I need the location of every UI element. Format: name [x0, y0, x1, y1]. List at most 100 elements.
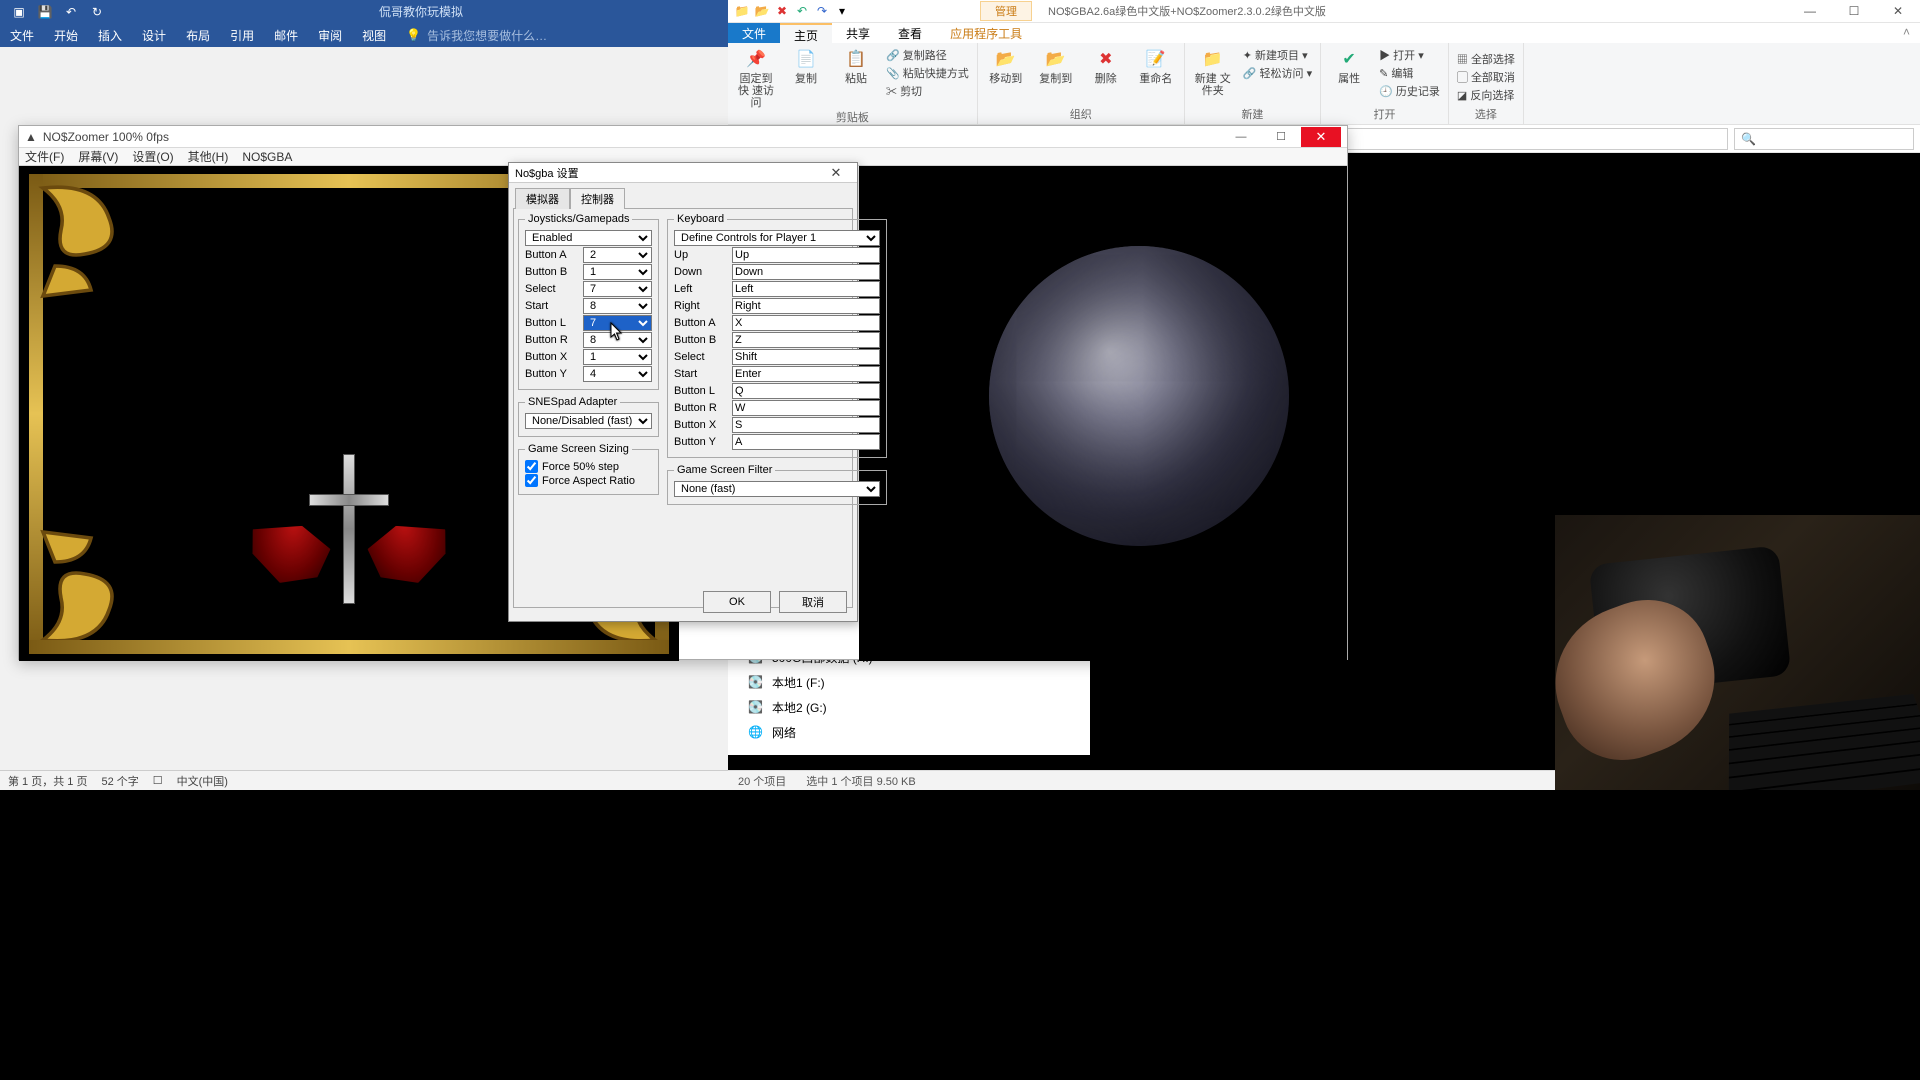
- kb-button a-input[interactable]: [732, 315, 880, 331]
- word-tab[interactable]: 引用: [220, 23, 264, 48]
- save-icon[interactable]: 💾: [36, 3, 54, 21]
- explorer-share-tab[interactable]: 共享: [832, 23, 884, 43]
- joy-button x-select[interactable]: 1: [583, 349, 652, 365]
- word-tab[interactable]: 视图: [352, 23, 396, 48]
- qat-more-icon[interactable]: ▾: [834, 3, 850, 19]
- undo-icon[interactable]: ↶: [794, 3, 810, 19]
- force-50-checkbox[interactable]: Force 50% step: [525, 460, 652, 473]
- kb-button y-input[interactable]: [732, 434, 880, 450]
- explorer-view-tab[interactable]: 查看: [884, 23, 936, 43]
- word-tab[interactable]: 文件: [0, 23, 44, 48]
- word-icon: ▣: [10, 3, 28, 21]
- joy-label: Select: [525, 283, 579, 295]
- menu-nogba[interactable]: NO$GBA: [242, 150, 292, 164]
- kb-button b-input[interactable]: [732, 332, 880, 348]
- cancel-button[interactable]: 取消: [779, 591, 847, 613]
- kb-button l-input[interactable]: [732, 383, 880, 399]
- explorer-home-tab[interactable]: 主页: [780, 23, 832, 43]
- dialog-close-button[interactable]: ✕: [821, 165, 851, 181]
- cut-button[interactable]: ✂ 剪切: [886, 83, 922, 99]
- moveto-button[interactable]: 📂移动到: [986, 47, 1026, 85]
- copy-button[interactable]: 📄复制: [786, 47, 826, 109]
- kb-left-input[interactable]: [732, 281, 880, 297]
- kb-label: Button L: [674, 385, 728, 397]
- easy-access-button[interactable]: 🔗 轻松访问 ▾: [1243, 65, 1312, 81]
- kb-up-input[interactable]: [732, 247, 880, 263]
- word-tell-me[interactable]: 💡 告诉我您想要做什么…: [406, 27, 547, 44]
- tab-controller[interactable]: 控制器: [570, 188, 625, 209]
- pin-button[interactable]: 📌固定到快 速访问: [736, 47, 776, 109]
- paste-button[interactable]: 📋粘贴: [836, 47, 876, 109]
- minimize-button[interactable]: —: [1221, 127, 1261, 147]
- rename-button[interactable]: 📝重命名: [1136, 47, 1176, 85]
- history-button[interactable]: 🕘 历史记录: [1379, 83, 1440, 99]
- menu-file[interactable]: 文件(F): [25, 148, 64, 165]
- joystick-enabled-select[interactable]: Enabled: [525, 230, 652, 246]
- word-tab[interactable]: 开始: [44, 23, 88, 48]
- select-none-button[interactable]: ▢ 全部取消: [1457, 69, 1515, 85]
- ok-button[interactable]: OK: [703, 591, 771, 613]
- joy-button l-select[interactable]: 7: [583, 315, 652, 331]
- define-controls-select[interactable]: Define Controls for Player 1: [674, 230, 880, 246]
- properties-button[interactable]: ✔属性: [1329, 47, 1369, 99]
- snespad-select[interactable]: None/Disabled (fast): [525, 413, 652, 429]
- undo-icon[interactable]: ↶: [62, 3, 80, 21]
- force-aspect-checkbox[interactable]: Force Aspect Ratio: [525, 474, 652, 487]
- dialog-titlebar[interactable]: No$gba 设置 ✕: [509, 163, 857, 183]
- redo-icon[interactable]: ↷: [814, 3, 830, 19]
- invert-selection-button[interactable]: ◪ 反向选择: [1457, 87, 1514, 103]
- word-tab[interactable]: 邮件: [264, 23, 308, 48]
- kb-down-input[interactable]: [732, 264, 880, 280]
- new-item-button[interactable]: ✦ 新建项目 ▾: [1243, 47, 1308, 63]
- explorer-contextual-tab[interactable]: 管理: [980, 1, 1032, 21]
- tab-emulator[interactable]: 模拟器: [515, 188, 570, 209]
- open-grp-label: 打开: [1373, 106, 1395, 122]
- drive-item[interactable]: 💽本地2 (G:): [728, 695, 1090, 720]
- delete-icon[interactable]: ✖: [774, 3, 790, 19]
- ribbon-collapse-icon[interactable]: ˄: [1893, 23, 1920, 43]
- newfolder-button[interactable]: 📁新建 文件夹: [1193, 47, 1233, 97]
- word-tab[interactable]: 审阅: [308, 23, 352, 48]
- folder-open-icon[interactable]: 📂: [754, 3, 770, 19]
- kb-label: Select: [674, 351, 728, 363]
- edit-button[interactable]: ✎ 编辑: [1379, 65, 1413, 81]
- close-button[interactable]: ✕: [1301, 127, 1341, 147]
- network-item[interactable]: 🌐网络: [728, 720, 1090, 745]
- joy-start-select[interactable]: 8: [583, 298, 652, 314]
- kb-select-input[interactable]: [732, 349, 880, 365]
- minimize-button[interactable]: —: [1788, 0, 1832, 22]
- nozoomer-titlebar[interactable]: ▲ NO$Zoomer 100% 0fps — ☐ ✕: [19, 126, 1347, 148]
- kb-start-input[interactable]: [732, 366, 880, 382]
- kb-button x-input[interactable]: [732, 417, 880, 433]
- joy-button a-select[interactable]: 2: [583, 247, 652, 263]
- menu-screen[interactable]: 屏幕(V): [78, 148, 118, 165]
- close-button[interactable]: ✕: [1876, 0, 1920, 22]
- explorer-file-tab[interactable]: 文件: [728, 23, 780, 43]
- copyto-button[interactable]: 📂复制到: [1036, 47, 1076, 85]
- menu-settings[interactable]: 设置(O): [132, 148, 173, 165]
- menu-other[interactable]: 其他(H): [188, 148, 229, 165]
- word-tab[interactable]: 设计: [132, 23, 176, 48]
- redo-icon[interactable]: ↻: [88, 3, 106, 21]
- screen-filter-select[interactable]: None (fast): [674, 481, 880, 497]
- joy-button y-select[interactable]: 4: [583, 366, 652, 382]
- select-all-button[interactable]: ▦ 全部选择: [1457, 51, 1515, 67]
- joy-select-select[interactable]: 7: [583, 281, 652, 297]
- drive-item[interactable]: 💽本地1 (F:): [728, 670, 1090, 695]
- open-button[interactable]: ▶ 打开 ▾: [1379, 47, 1424, 63]
- maximize-button[interactable]: ☐: [1832, 0, 1876, 22]
- dialog-tabs: 模拟器 控制器: [509, 183, 857, 208]
- delete-button[interactable]: ✖删除: [1086, 47, 1126, 85]
- copy-path-button[interactable]: 🔗 复制路径: [886, 47, 947, 63]
- kb-right-input[interactable]: [732, 298, 880, 314]
- joy-button b-select[interactable]: 1: [583, 264, 652, 280]
- word-ribbon-tabs: 文件 开始 插入 设计 布局 引用 邮件 审阅 视图 💡 告诉我您想要做什么…: [0, 23, 728, 47]
- kb-button r-input[interactable]: [732, 400, 880, 416]
- paste-shortcut-button[interactable]: 📎 粘贴快捷方式: [886, 65, 969, 81]
- word-tab[interactable]: 布局: [176, 23, 220, 48]
- word-tab[interactable]: 插入: [88, 23, 132, 48]
- explorer-apptools-tab[interactable]: 应用程序工具: [936, 23, 1036, 43]
- explorer-search[interactable]: 🔍: [1734, 128, 1914, 150]
- maximize-button[interactable]: ☐: [1261, 127, 1301, 147]
- joy-button r-select[interactable]: 8: [583, 332, 652, 348]
